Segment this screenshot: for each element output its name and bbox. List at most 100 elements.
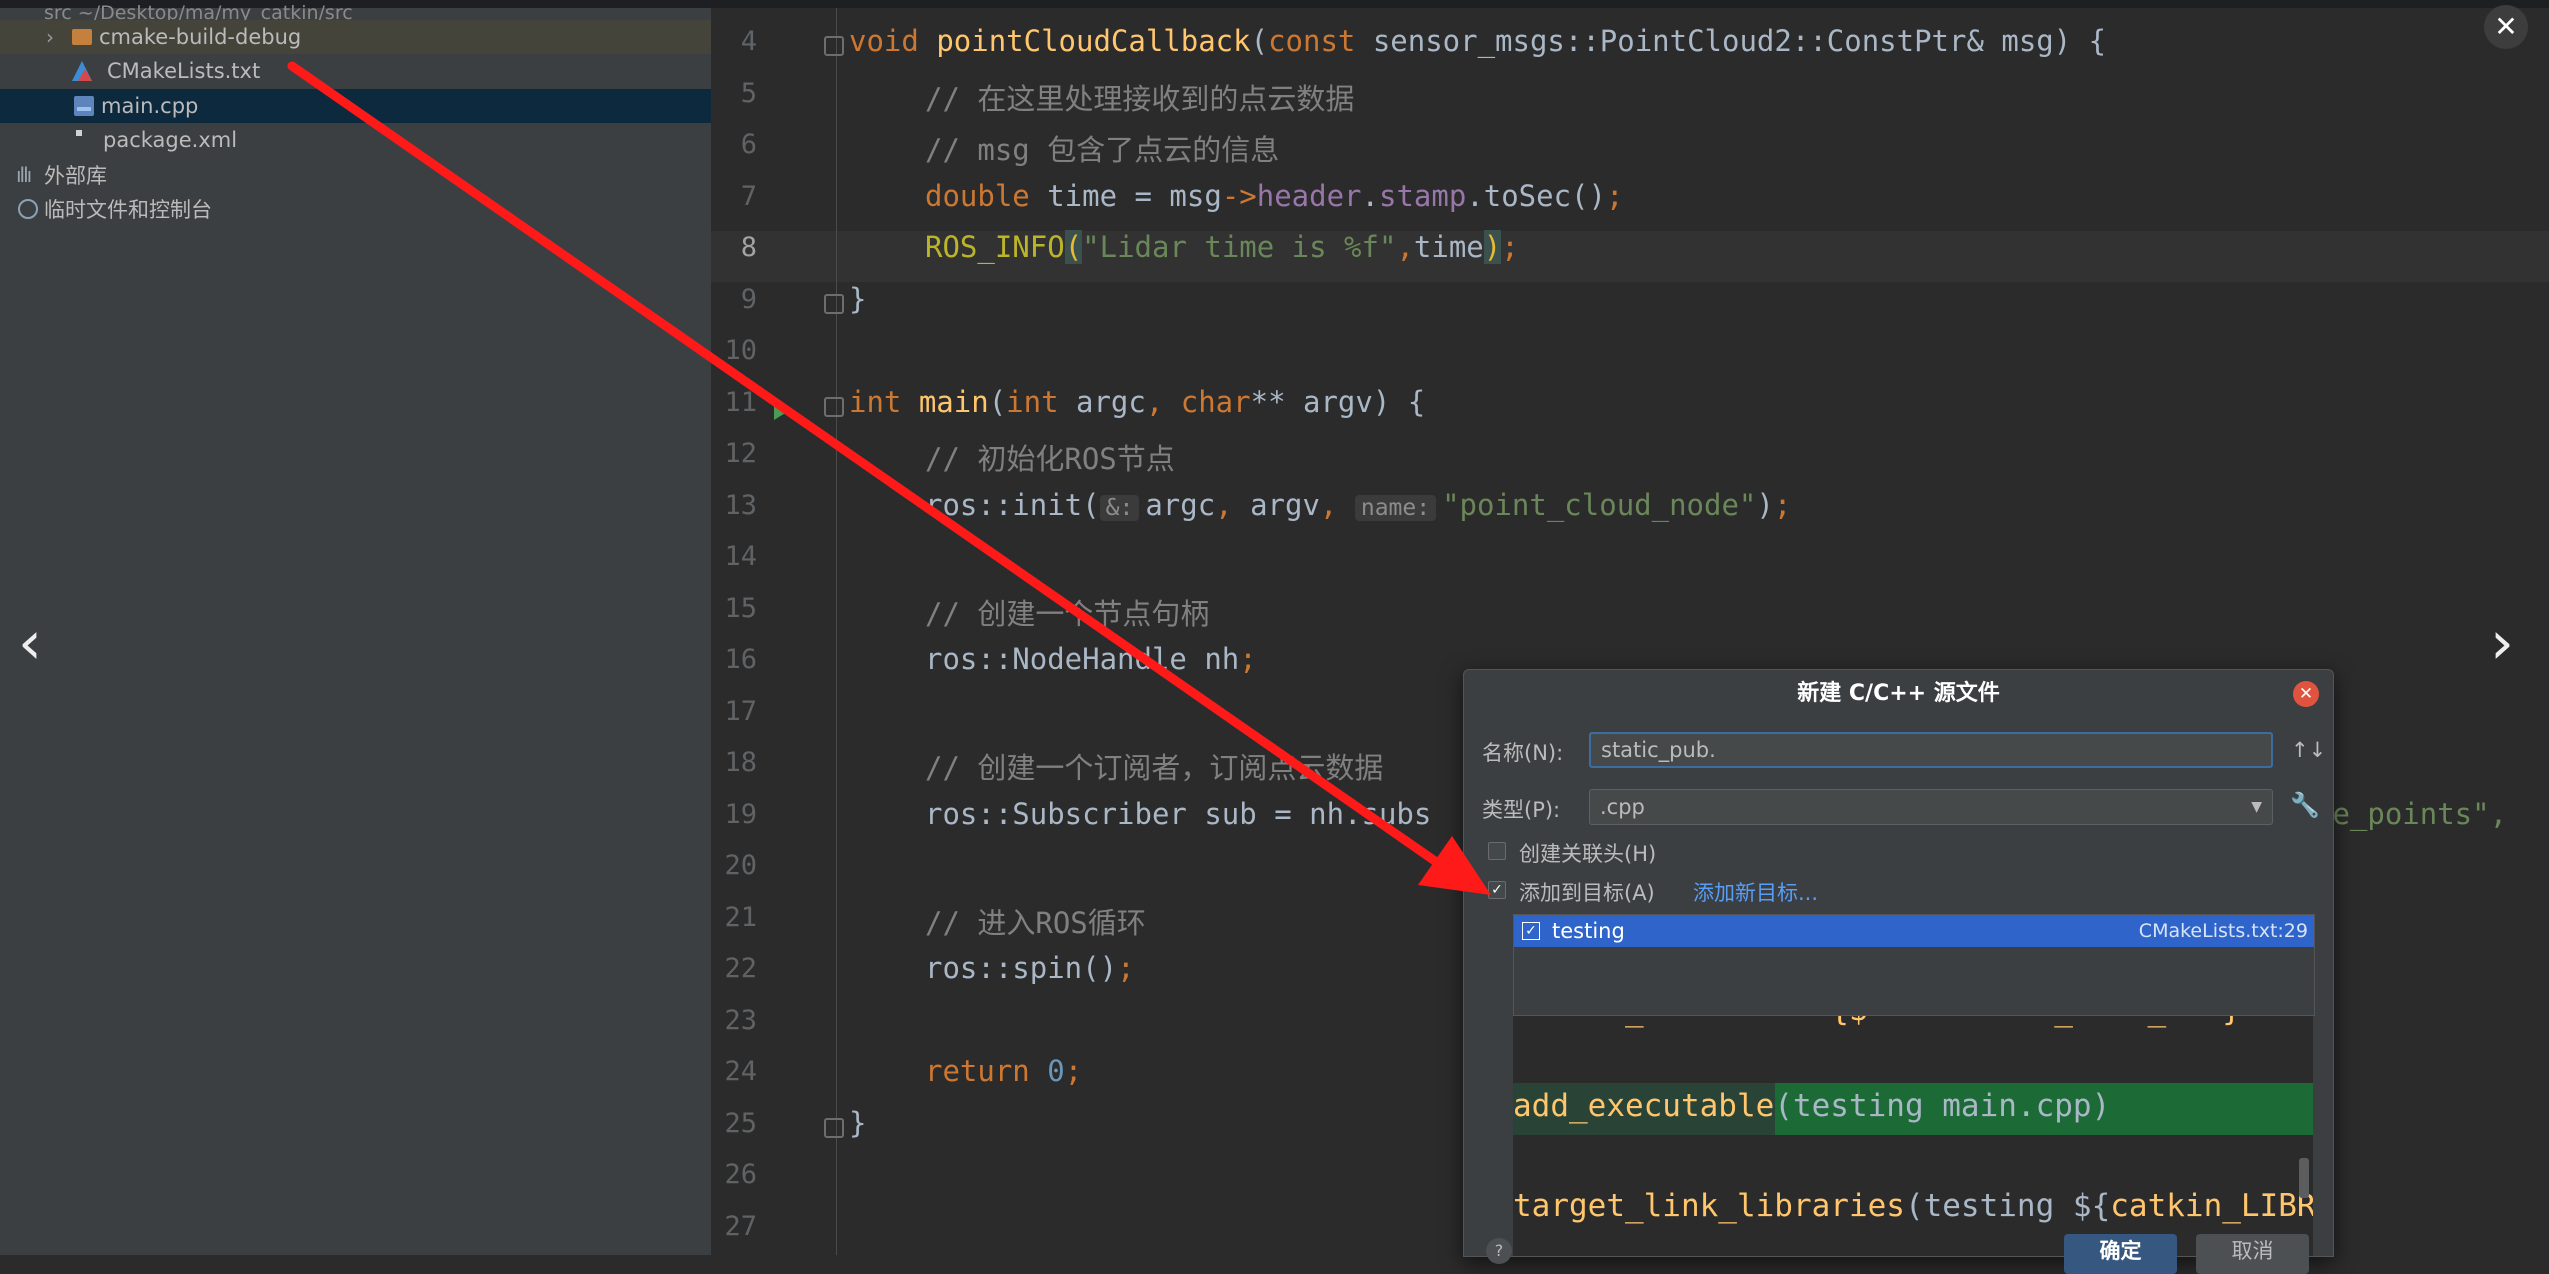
cpp-file-icon (74, 96, 94, 116)
line-number-current: 8 (740, 232, 757, 263)
previous-image-arrow[interactable]: ‹ (18, 608, 42, 678)
line-number: 24 (724, 1056, 757, 1087)
line-number: 26 (724, 1159, 757, 1190)
folder-icon (72, 29, 92, 45)
ok-button[interactable]: 确定 (2064, 1234, 2177, 1274)
run-gutter-icon[interactable] (774, 398, 792, 420)
cmake-icon (72, 61, 92, 81)
tree-item-label: cmake-build-debug (99, 25, 302, 49)
tree-item-cmake-build-debug[interactable]: › cmake-build-debug (0, 20, 711, 54)
param-hint: name: (1354, 495, 1437, 521)
line-number: 20 (724, 850, 757, 881)
line-number: 16 (724, 644, 757, 675)
preview-line: target_link_libraries(testing ${catkin_L… (1513, 1188, 2313, 1224)
sort-icon[interactable]: ↑↓ (2291, 738, 2326, 762)
wrench-icon[interactable]: 🔧 (2290, 791, 2320, 819)
line-number: 23 (724, 1005, 757, 1036)
code-line-11[interactable]: int main(int argc, char** argv) { (849, 385, 1425, 419)
type-label: 类型(P): (1482, 798, 1561, 822)
fold-icon[interactable] (824, 294, 844, 314)
line-number: 18 (724, 747, 757, 778)
line-number: 6 (740, 129, 757, 160)
code-line-4[interactable]: void pointCloudCallback(const sensor_msg… (849, 24, 2106, 58)
xml-file-icon (76, 130, 82, 136)
param-hint: &: (1099, 495, 1140, 521)
add-new-target-link[interactable]: 添加新目标... (1693, 877, 1818, 907)
cmake-preview: _ {$ _ _ } add_executable(testing main.c… (1513, 1016, 2313, 1256)
add-to-target-label[interactable]: 添加到目标(A) (1519, 877, 1655, 907)
help-button[interactable]: ? (1486, 1238, 1512, 1264)
tree-item-package-xml[interactable]: package.xml (0, 123, 711, 157)
code-line-21[interactable]: // 进入ROS循环 (925, 900, 1146, 942)
target-cmake-ref: CMakeLists.txt:29 (2138, 920, 2308, 942)
target-list[interactable]: ✓ testing CMakeLists.txt:29 (1513, 914, 2315, 1016)
fold-icon[interactable] (824, 397, 844, 417)
preview-line-added: add_executable(testing main.cpp) (1513, 1088, 2111, 1124)
fold-icon[interactable] (824, 1118, 844, 1138)
code-line-5[interactable]: // 在这里处理接收到的点云数据 (925, 76, 1354, 118)
fold-icon[interactable] (824, 36, 844, 56)
line-number: 21 (724, 902, 757, 933)
line-number: 14 (724, 541, 757, 572)
name-label: 名称(N): (1482, 741, 1564, 765)
tree-item-label: CMakeLists.txt (107, 59, 261, 83)
code-line-15[interactable]: // 创建一个节点句柄 (925, 591, 1209, 633)
line-number: 19 (724, 799, 757, 830)
code-line-12[interactable]: // 初始化ROS节点 (925, 436, 1175, 478)
line-number: 12 (724, 438, 757, 469)
code-line-22[interactable]: ros::spin(); (925, 951, 1135, 985)
code-line-16[interactable]: ros::NodeHandle nh; (925, 642, 1257, 676)
line-number: 13 (724, 490, 757, 521)
add-to-target-checkbox[interactable]: ✓ (1488, 881, 1506, 899)
chevron-right-icon[interactable]: › (46, 25, 60, 49)
type-select-value: .cpp (1600, 795, 1645, 819)
name-input[interactable]: static_pub. (1589, 732, 2273, 768)
code-line-25[interactable]: } (849, 1106, 866, 1140)
preview-line: _ {$ _ _ } (1513, 1016, 2241, 1028)
code-line-18[interactable]: // 创建一个订阅者，订阅点云数据 (925, 745, 1383, 787)
type-select[interactable]: .cpp ▼ (1589, 789, 2273, 825)
target-name: testing (1552, 919, 1625, 943)
scratches-icon (18, 199, 38, 219)
line-number: 27 (724, 1211, 757, 1242)
cancel-button[interactable]: 取消 (2196, 1234, 2309, 1274)
line-number: 11 (724, 387, 757, 418)
code-line-19[interactable]: ros::Subscriber sub = nh.subs (925, 797, 1431, 831)
new-source-file-dialog: 新建 C/C++ 源文件 ✕ 名称(N): static_pub. ↑↓ 类型(… (1463, 669, 2334, 1274)
tree-item-label: package.xml (103, 128, 238, 152)
code-line-8[interactable]: ROS_INFO("Lidar time is %f",time); (925, 230, 1519, 264)
project-tree: src ~/Desktop/ma/my_catkin/src › cmake-b… (0, 2, 711, 1255)
dialog-close-button[interactable]: ✕ (2293, 681, 2319, 707)
dropdown-arrow-icon: ▼ (2251, 799, 2262, 815)
line-number: 15 (724, 593, 757, 624)
close-viewer-button[interactable]: ✕ (2484, 5, 2528, 49)
target-row-testing[interactable]: ✓ testing CMakeLists.txt:29 (1514, 915, 2314, 947)
tree-item-main-cpp[interactable]: main.cpp (0, 89, 711, 123)
code-line-24[interactable]: return 0; (925, 1054, 1082, 1088)
tree-item-label: 外部库 (44, 164, 107, 188)
tree-item-external-libs[interactable]: ıllı 外部库 (0, 158, 711, 192)
code-line-9[interactable]: } (849, 282, 866, 316)
tree-item-cmakelists[interactable]: CMakeLists.txt (0, 54, 711, 88)
dialog-title: 新建 C/C++ 源文件 (1797, 681, 2000, 706)
line-number: 25 (724, 1108, 757, 1139)
code-line-19-tail[interactable]: he_points", (2315, 797, 2507, 831)
tree-item-label: 临时文件和控制台 (44, 198, 212, 222)
line-number: 17 (724, 696, 757, 727)
create-header-checkbox[interactable] (1488, 842, 1506, 860)
library-icon: ıllı (16, 163, 32, 187)
tree-item-label: main.cpp (101, 94, 199, 118)
code-line-7[interactable]: double time = msg->header.stamp.toSec(); (925, 179, 1623, 213)
code-line-6[interactable]: // msg 包含了点云的信息 (925, 127, 1279, 169)
target-checkbox[interactable]: ✓ (1522, 922, 1540, 940)
line-number: 5 (740, 78, 757, 109)
line-number: 22 (724, 953, 757, 984)
create-header-label[interactable]: 创建关联头(H) (1519, 838, 1656, 868)
next-image-arrow[interactable]: › (2490, 608, 2514, 678)
gutter-divider (836, 8, 837, 1255)
tree-item-scratches[interactable]: 临时文件和控制台 (0, 192, 711, 226)
line-number: 10 (724, 335, 757, 366)
line-number: 7 (740, 181, 757, 212)
code-line-13[interactable]: ros::init(&: argc, argv, name: "point_clou… (925, 488, 1791, 522)
preview-scrollbar[interactable] (2299, 1158, 2309, 1198)
